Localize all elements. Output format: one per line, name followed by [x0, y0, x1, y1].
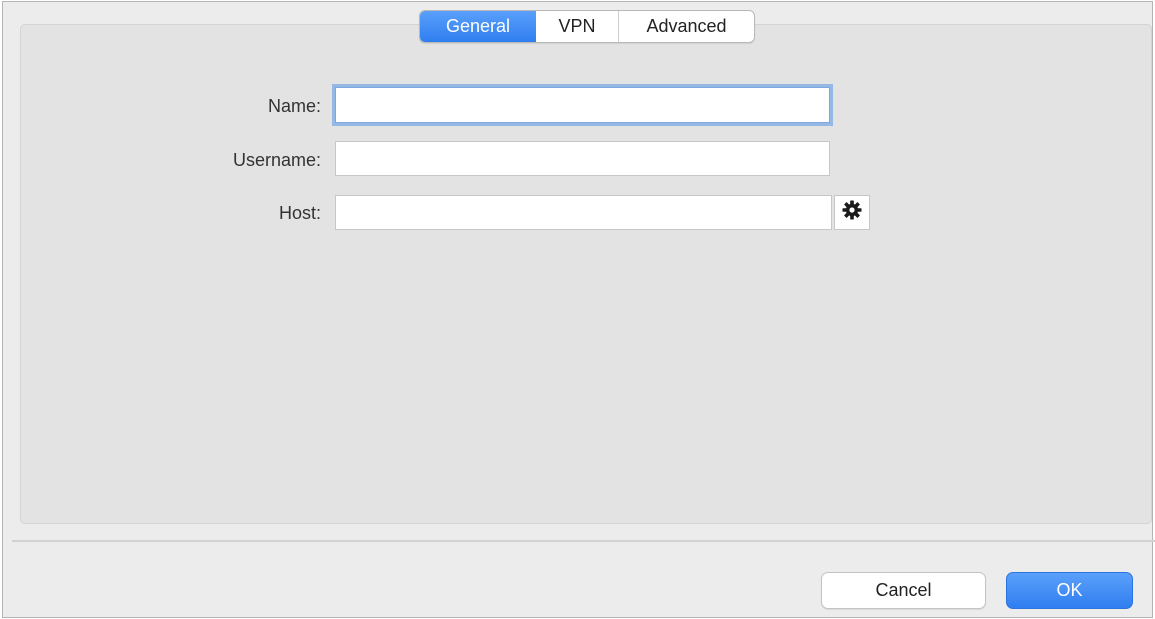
name-field[interactable] — [335, 87, 830, 123]
host-field[interactable] — [335, 195, 832, 230]
tab-general[interactable]: General — [420, 11, 536, 42]
username-field[interactable] — [335, 141, 830, 176]
host-options-button[interactable] — [834, 195, 870, 230]
username-label: Username: — [232, 150, 321, 170]
cancel-button[interactable]: Cancel — [821, 572, 986, 609]
tab-advanced[interactable]: Advanced — [619, 11, 754, 42]
tab-vpn[interactable]: VPN — [536, 11, 619, 42]
name-label: Name: — [267, 96, 321, 116]
gear-icon — [842, 200, 862, 225]
footer-divider — [12, 540, 1155, 542]
host-label: Host: — [278, 203, 321, 223]
tab-bar: General VPN Advanced — [419, 10, 755, 43]
ok-button[interactable]: OK — [1006, 572, 1133, 609]
connection-dialog: General VPN Advanced Name: Username: Hos… — [2, 1, 1155, 618]
